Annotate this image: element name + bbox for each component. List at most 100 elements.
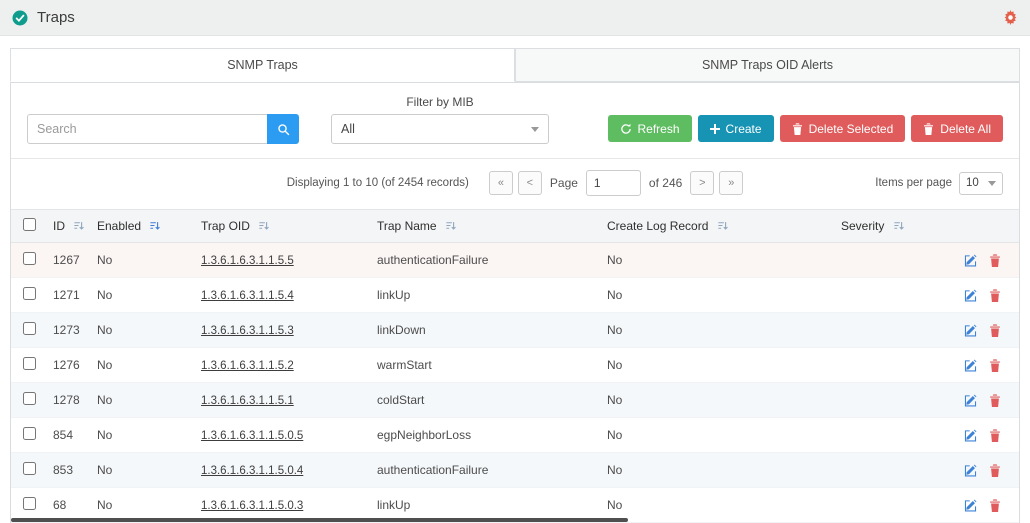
cell-severity [833,487,963,523]
items-per-page-label: Items per page [875,177,952,189]
page-number-input[interactable] [585,170,641,196]
edit-icon[interactable] [964,324,977,337]
table-row: 1267 No 1.3.6.1.6.3.1.1.5.5 authenticati… [11,242,1019,278]
snmp-traps-panel: Filter by MIB All Refresh Create [10,82,1020,523]
cell-trap-name: authenticationFailure [369,452,599,488]
trap-oid-link[interactable]: 1.3.6.1.6.3.1.1.5.5 [201,255,294,267]
column-header-id[interactable]: ID [45,209,89,243]
cell-trap-name: authenticationFailure [369,242,599,278]
edit-icon[interactable] [964,429,977,442]
row-checkbox[interactable] [23,427,36,440]
edit-icon[interactable] [964,359,977,372]
cell-create-log-record: No [599,382,833,418]
sort-icon[interactable] [717,220,728,234]
trap-oid-link[interactable]: 1.3.6.1.6.3.1.1.5.0.4 [201,465,303,477]
sort-icon[interactable] [445,220,456,234]
trap-oid-link[interactable]: 1.3.6.1.6.3.1.1.5.0.3 [201,500,303,512]
trap-oid-link[interactable]: 1.3.6.1.6.3.1.1.5.1 [201,395,294,407]
delete-icon[interactable] [989,323,1001,337]
column-header-enabled[interactable]: Enabled [89,209,193,243]
row-checkbox[interactable] [23,322,36,335]
cell-trap-name: linkDown [369,312,599,348]
cell-severity [833,242,963,278]
delete-icon[interactable] [989,288,1001,302]
delete-icon[interactable] [989,498,1001,512]
row-checkbox[interactable] [23,497,36,510]
sort-icon[interactable] [893,220,904,234]
sort-icon[interactable] [73,220,85,234]
edit-icon[interactable] [964,289,977,302]
cell-enabled: No [89,417,193,453]
cell-severity [833,452,963,488]
toolbar: Filter by MIB All Refresh Create [11,83,1019,159]
mib-filter-value: All [341,122,355,136]
action-buttons: Refresh Create Delete Selected Delete Al… [607,115,1003,142]
delete-icon[interactable] [989,463,1001,477]
column-header-severity[interactable]: Severity [833,209,963,243]
trap-oid-link[interactable]: 1.3.6.1.6.3.1.1.5.2 [201,360,294,372]
page-total: of 246 [648,176,683,190]
edit-icon[interactable] [964,254,977,267]
delete-icon[interactable] [989,393,1001,407]
trap-oid-link[interactable]: 1.3.6.1.6.3.1.1.5.4 [201,290,294,302]
cell-trap-name: coldStart [369,382,599,418]
delete-all-button[interactable]: Delete All [911,115,1003,142]
select-all-checkbox[interactable] [23,218,36,231]
delete-selected-button[interactable]: Delete Selected [779,115,906,142]
cell-id: 1273 [45,312,89,348]
tab-snmp-traps-oid-alerts[interactable]: SNMP Traps OID Alerts [515,48,1020,82]
next-page-button[interactable]: > [690,171,715,195]
table-row: 854 No 1.3.6.1.6.3.1.1.5.0.5 egpNeighbor… [11,417,1019,453]
cell-id: 1278 [45,382,89,418]
delete-icon[interactable] [989,253,1001,267]
items-per-page-select[interactable]: 10 [959,171,1003,195]
tab-snmp-traps[interactable]: SNMP Traps [10,48,515,82]
create-button[interactable]: Create [697,115,774,142]
delete-icon[interactable] [989,428,1001,442]
search-input[interactable] [27,114,267,144]
sort-icon[interactable] [258,220,270,234]
table-header-row: ID Enabled Trap OID Trap Name Create Log… [11,209,1019,243]
refresh-button[interactable]: Refresh [607,115,692,142]
first-page-button[interactable]: « [488,171,513,195]
edit-icon[interactable] [964,499,977,512]
mib-filter-select[interactable]: All [331,114,549,144]
delete-icon[interactable] [989,358,1001,372]
row-checkbox[interactable] [23,392,36,405]
edit-icon[interactable] [964,464,977,477]
search-button[interactable] [267,114,299,144]
top-bar: Traps [0,0,1030,36]
cell-enabled: No [89,382,193,418]
cell-id: 1276 [45,347,89,383]
trap-oid-link[interactable]: 1.3.6.1.6.3.1.1.5.3 [201,325,294,337]
mib-filter-label: Filter by MIB [406,95,474,109]
cell-id: 854 [45,417,89,453]
cell-enabled: No [89,277,193,313]
traps-table-body: 1267 No 1.3.6.1.6.3.1.1.5.5 authenticati… [11,242,1019,523]
prev-page-button[interactable]: < [517,171,542,195]
page-label: Page [549,176,578,190]
column-header-trap-name[interactable]: Trap Name [369,209,599,243]
row-checkbox[interactable] [23,287,36,300]
table-row: 1276 No 1.3.6.1.6.3.1.1.5.2 warmStart No [11,347,1019,383]
cell-enabled: No [89,312,193,348]
cell-trap-name: linkUp [369,277,599,313]
cell-create-log-record: No [599,347,833,383]
sort-icon[interactable] [149,220,161,234]
row-checkbox[interactable] [23,252,36,265]
items-per-page-group: Items per page 10 [875,171,1003,195]
gear-icon[interactable] [1003,10,1018,25]
last-page-button[interactable]: » [719,171,744,195]
cell-create-log-record: No [599,312,833,348]
cell-severity [833,382,963,418]
row-checkbox[interactable] [23,357,36,370]
trap-oid-link[interactable]: 1.3.6.1.6.3.1.1.5.0.5 [201,430,303,442]
row-checkbox[interactable] [23,462,36,475]
horizontal-scrollbar-thumb[interactable] [11,518,628,522]
pager: « < Page of 246 > » [488,170,744,196]
cell-create-log-record: No [599,487,833,523]
column-header-create-log-record[interactable]: Create Log Record [599,209,833,243]
column-header-trap-oid[interactable]: Trap OID [193,209,369,243]
edit-icon[interactable] [964,394,977,407]
record-summary: Displaying 1 to 10 (of 2454 records) [286,177,469,189]
